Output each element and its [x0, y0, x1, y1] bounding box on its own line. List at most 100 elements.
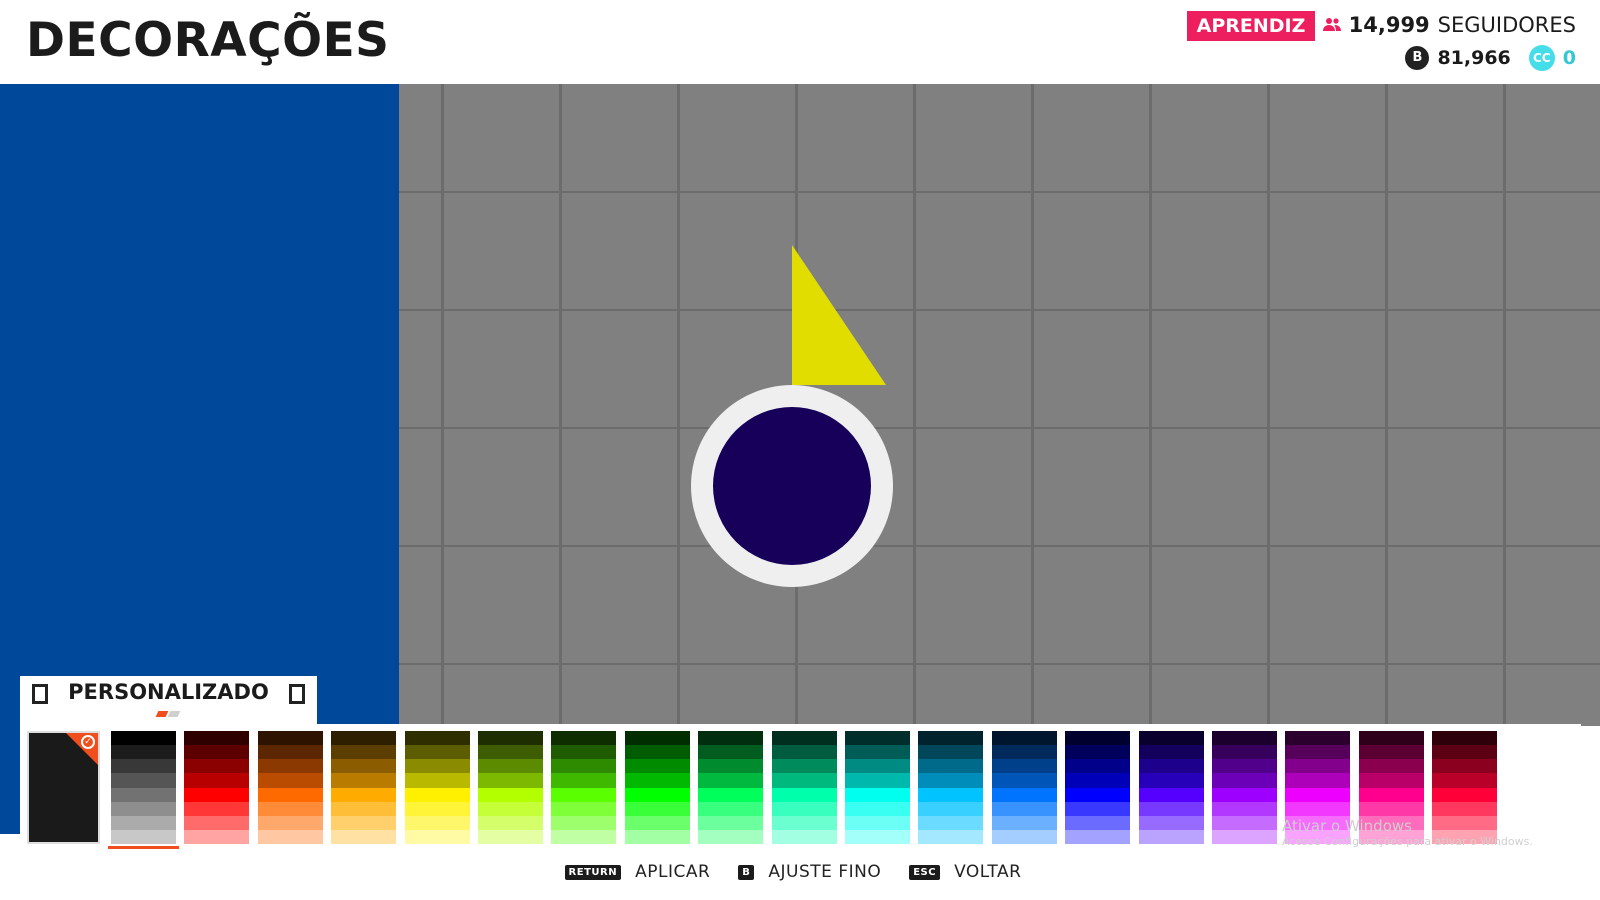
color-swatch[interactable]	[1065, 787, 1131, 802]
color-swatch[interactable]	[551, 759, 617, 774]
color-swatch[interactable]	[698, 801, 764, 816]
color-swatch[interactable]	[698, 759, 764, 774]
color-swatch[interactable]	[184, 773, 250, 788]
color-swatch[interactable]	[404, 759, 470, 774]
color-swatch[interactable]	[184, 801, 250, 816]
color-swatch[interactable]	[991, 745, 1057, 760]
decoration-canvas[interactable]	[399, 84, 1600, 726]
color-swatch[interactable]	[1065, 731, 1131, 746]
color-swatch[interactable]	[184, 815, 250, 830]
swatch-column[interactable]	[845, 731, 910, 844]
swatch-column[interactable]	[624, 731, 690, 844]
color-swatch[interactable]	[1138, 731, 1204, 746]
color-swatch[interactable]	[698, 731, 764, 746]
color-swatch[interactable]	[845, 773, 910, 788]
color-swatch[interactable]	[257, 787, 323, 802]
color-swatch[interactable]	[1432, 773, 1498, 788]
color-swatch[interactable]	[257, 745, 323, 760]
color-swatch[interactable]	[918, 745, 984, 760]
color-swatch[interactable]	[111, 773, 176, 788]
color-swatch[interactable]	[624, 787, 690, 802]
color-swatch[interactable]	[404, 801, 470, 816]
color-swatch[interactable]	[478, 731, 543, 746]
custom-color-slot[interactable]: ✓	[27, 731, 100, 844]
color-swatch[interactable]	[698, 829, 764, 844]
color-swatch[interactable]	[918, 773, 984, 788]
color-swatch[interactable]	[771, 745, 837, 760]
color-swatch[interactable]	[478, 759, 543, 774]
color-swatch[interactable]	[845, 745, 910, 760]
color-swatch[interactable]	[478, 787, 543, 802]
color-swatch[interactable]	[1065, 815, 1131, 830]
color-swatch[interactable]	[1212, 787, 1277, 802]
color-swatch[interactable]	[991, 773, 1057, 788]
color-swatch[interactable]	[1138, 773, 1204, 788]
color-swatch[interactable]	[991, 787, 1057, 802]
color-swatch[interactable]	[624, 815, 690, 830]
color-swatch[interactable]	[1065, 801, 1131, 816]
color-swatch[interactable]	[845, 759, 910, 774]
color-swatch[interactable]	[1138, 787, 1204, 802]
color-swatch[interactable]	[1212, 773, 1277, 788]
color-swatch[interactable]	[1432, 745, 1498, 760]
color-swatch[interactable]	[1065, 759, 1131, 774]
color-swatch[interactable]	[918, 759, 984, 774]
swatch-column[interactable]	[991, 731, 1057, 844]
color-swatch[interactable]	[1358, 801, 1424, 816]
swatch-column[interactable]	[1212, 731, 1277, 844]
action-hint-label[interactable]: APLICAR	[635, 862, 710, 882]
color-swatch[interactable]	[991, 759, 1057, 774]
color-swatch[interactable]	[918, 829, 984, 844]
color-swatch[interactable]	[551, 731, 617, 746]
color-swatch[interactable]	[991, 815, 1057, 830]
color-swatch[interactable]	[111, 759, 176, 774]
color-swatch[interactable]	[845, 731, 910, 746]
color-swatch[interactable]	[918, 815, 984, 830]
color-swatch[interactable]	[184, 787, 250, 802]
color-swatch[interactable]	[1138, 745, 1204, 760]
color-swatch[interactable]	[331, 759, 397, 774]
color-swatch[interactable]	[1138, 759, 1204, 774]
color-swatch[interactable]	[551, 773, 617, 788]
color-swatch[interactable]	[1212, 745, 1277, 760]
color-swatch[interactable]	[1358, 773, 1424, 788]
color-swatch[interactable]	[845, 815, 910, 830]
color-swatch[interactable]	[698, 787, 764, 802]
swatch-column[interactable]	[108, 731, 179, 849]
color-swatch[interactable]	[404, 787, 470, 802]
color-swatch[interactable]	[404, 773, 470, 788]
swatch-column[interactable]	[1138, 731, 1204, 844]
color-swatch[interactable]	[184, 829, 250, 844]
color-swatch[interactable]	[1358, 759, 1424, 774]
color-swatch[interactable]	[771, 815, 837, 830]
color-swatch[interactable]	[551, 787, 617, 802]
color-swatch[interactable]	[184, 731, 250, 746]
color-swatch[interactable]	[1432, 787, 1498, 802]
color-swatch[interactable]	[257, 759, 323, 774]
color-swatch[interactable]	[257, 829, 323, 844]
color-swatch[interactable]	[624, 745, 690, 760]
color-swatch[interactable]	[1138, 801, 1204, 816]
color-swatch[interactable]	[918, 731, 984, 746]
color-swatch[interactable]	[478, 829, 543, 844]
swatch-column[interactable]	[404, 731, 470, 844]
color-swatch[interactable]	[771, 801, 837, 816]
color-swatch[interactable]	[624, 801, 690, 816]
color-swatch[interactable]	[478, 815, 543, 830]
color-swatch[interactable]	[478, 801, 543, 816]
color-swatch[interactable]	[257, 815, 323, 830]
swatch-column[interactable]	[257, 731, 323, 844]
color-swatch[interactable]	[845, 787, 910, 802]
color-swatch[interactable]	[771, 731, 837, 746]
color-swatch[interactable]	[771, 773, 837, 788]
triangle-decoration[interactable]	[792, 245, 886, 385]
color-swatch[interactable]	[111, 787, 176, 802]
color-swatch[interactable]	[1285, 745, 1351, 760]
color-swatch[interactable]	[771, 829, 837, 844]
color-swatch[interactable]	[404, 829, 470, 844]
color-swatch[interactable]	[1358, 745, 1424, 760]
color-swatch[interactable]	[184, 745, 250, 760]
color-swatch[interactable]	[1212, 731, 1277, 746]
color-swatch[interactable]	[771, 759, 837, 774]
color-swatch[interactable]	[1065, 829, 1131, 844]
